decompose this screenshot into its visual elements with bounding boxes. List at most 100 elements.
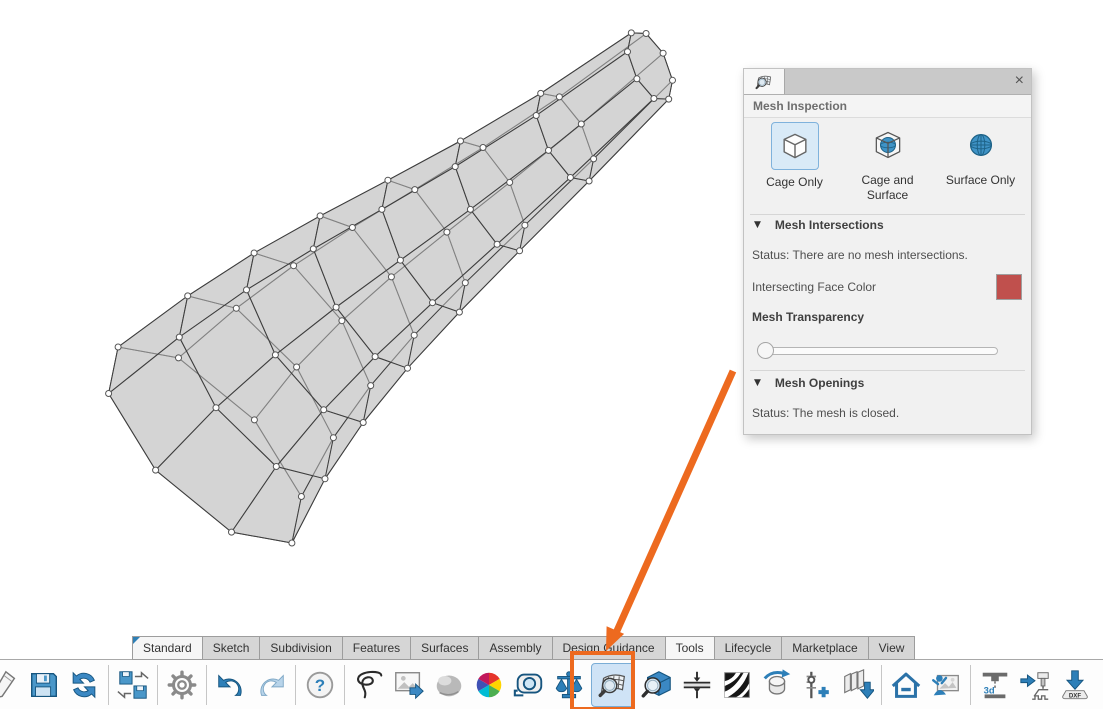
tool-export-dxf-button[interactable] bbox=[1057, 663, 1093, 707]
mesh-vertex[interactable] bbox=[106, 391, 112, 397]
tool-mass-properties-button[interactable] bbox=[551, 663, 587, 707]
tool-performance-evaluation-button[interactable] bbox=[799, 663, 835, 707]
mesh-vertex[interactable] bbox=[567, 175, 573, 181]
mesh-vertex[interactable] bbox=[522, 222, 528, 228]
mesh-vertex[interactable] bbox=[430, 300, 436, 306]
mesh-vertex[interactable] bbox=[317, 213, 323, 219]
tab-features[interactable]: Features bbox=[342, 636, 411, 660]
tab-surfaces[interactable]: Surfaces bbox=[410, 636, 479, 660]
tool-check-entity-button[interactable] bbox=[639, 663, 675, 707]
mesh-vertex[interactable] bbox=[670, 77, 676, 83]
tool-save-exchange-button[interactable] bbox=[115, 663, 151, 707]
mesh-vertex[interactable] bbox=[452, 164, 458, 170]
mesh-vertex[interactable] bbox=[322, 476, 328, 482]
mesh-vertex[interactable] bbox=[176, 355, 182, 361]
tool-redo-button[interactable] bbox=[253, 663, 289, 707]
tool-export-image-button[interactable] bbox=[391, 663, 427, 707]
mesh-vertex[interactable] bbox=[330, 435, 336, 441]
tab-marketplace[interactable]: Marketplace bbox=[781, 636, 868, 660]
mesh-vertex[interactable] bbox=[185, 293, 191, 299]
mesh-vertex[interactable] bbox=[458, 138, 464, 144]
tool-thickness-analysis-button[interactable] bbox=[679, 663, 715, 707]
mesh-vertex[interactable] bbox=[333, 304, 339, 310]
mesh-vertex[interactable] bbox=[578, 121, 584, 127]
mesh-vertex[interactable] bbox=[480, 145, 486, 151]
mesh-vertex[interactable] bbox=[517, 248, 523, 254]
tool-zebra-stripes-button[interactable] bbox=[719, 663, 755, 707]
option-surface-only[interactable]: Surface Only bbox=[934, 122, 1027, 203]
mesh-vertex[interactable] bbox=[294, 364, 300, 370]
slider-thumb[interactable] bbox=[757, 342, 774, 359]
mesh-vertex[interactable] bbox=[444, 229, 450, 235]
mesh-vertex[interactable] bbox=[586, 178, 592, 184]
mesh-vertex[interactable] bbox=[368, 383, 374, 389]
mesh-vertex[interactable] bbox=[412, 187, 418, 193]
mesh-vertex[interactable] bbox=[233, 305, 239, 311]
mesh-vertex[interactable] bbox=[494, 241, 500, 247]
mesh-vertex[interactable] bbox=[533, 113, 539, 119]
mesh-vertex[interactable] bbox=[372, 354, 378, 360]
mesh-vertex[interactable] bbox=[456, 309, 462, 315]
mesh-vertex[interactable] bbox=[289, 540, 295, 546]
tab-subdivision[interactable]: Subdivision bbox=[259, 636, 342, 660]
mesh-openings-header[interactable]: ▼ Mesh Openings bbox=[754, 376, 864, 390]
mesh-vertex[interactable] bbox=[310, 246, 316, 252]
mesh-vertex[interactable] bbox=[349, 225, 355, 231]
mesh-vertex[interactable] bbox=[651, 96, 657, 102]
tool-color-wheel-button[interactable] bbox=[471, 663, 507, 707]
intersecting-face-color-swatch[interactable] bbox=[996, 274, 1022, 300]
collapse-triangle-icon[interactable]: ▼ bbox=[754, 220, 761, 230]
tool-help-button[interactable] bbox=[302, 663, 338, 707]
tab-design-guidance[interactable]: Design Guidance bbox=[552, 636, 666, 660]
dialog-tab[interactable] bbox=[744, 69, 785, 94]
mesh-vertex[interactable] bbox=[321, 407, 327, 413]
tool-doc-edit-button[interactable] bbox=[0, 663, 22, 707]
tool-import-library-button[interactable] bbox=[839, 663, 875, 707]
mesh-vertex[interactable] bbox=[634, 76, 640, 82]
tool-home-button[interactable] bbox=[888, 663, 924, 707]
mesh-vertex[interactable] bbox=[176, 334, 182, 340]
tool-print-3d-button[interactable] bbox=[977, 663, 1013, 707]
tool-save-button[interactable] bbox=[26, 663, 62, 707]
mesh-vertex[interactable] bbox=[405, 365, 411, 371]
mesh-vertex[interactable] bbox=[273, 464, 279, 470]
mesh-vertex[interactable] bbox=[251, 417, 257, 423]
collapse-triangle-icon[interactable]: ▼ bbox=[754, 378, 761, 388]
tool-machine-cnc-button[interactable] bbox=[1017, 663, 1053, 707]
mesh-vertex[interactable] bbox=[379, 206, 385, 212]
tab-sketch[interactable]: Sketch bbox=[202, 636, 261, 660]
mesh-vertex[interactable] bbox=[397, 257, 403, 263]
mesh-vertex[interactable] bbox=[628, 30, 634, 36]
surface-only-button[interactable] bbox=[958, 122, 1004, 168]
cage-only-button[interactable] bbox=[771, 122, 819, 170]
mesh-vertex[interactable] bbox=[388, 274, 394, 280]
tab-lifecycle[interactable]: Lifecycle bbox=[714, 636, 783, 660]
mesh-transparency-slider[interactable] bbox=[758, 342, 998, 358]
mesh-intersections-header[interactable]: ▼ Mesh Intersections bbox=[754, 218, 884, 232]
tool-undo-button[interactable] bbox=[213, 663, 249, 707]
mesh-vertex[interactable] bbox=[360, 420, 366, 426]
tool-mesh-inspection-button[interactable] bbox=[591, 663, 635, 707]
tool-image-capture-button[interactable] bbox=[928, 663, 964, 707]
mesh-vertex[interactable] bbox=[153, 467, 159, 473]
mesh-vertex[interactable] bbox=[213, 405, 219, 411]
tool-rebuild-button[interactable] bbox=[66, 663, 102, 707]
tab-standard[interactable]: Standard bbox=[132, 636, 203, 660]
mesh-vertex[interactable] bbox=[538, 90, 544, 96]
mesh-vertex[interactable] bbox=[546, 147, 552, 153]
tab-view[interactable]: View bbox=[868, 636, 916, 660]
mesh-vertex[interactable] bbox=[291, 263, 297, 269]
slider-track[interactable] bbox=[758, 347, 998, 355]
mesh-vertex[interactable] bbox=[507, 179, 513, 185]
tool-curvature-check-button[interactable] bbox=[759, 663, 795, 707]
mesh-vertex[interactable] bbox=[591, 156, 597, 162]
mesh-vertex[interactable] bbox=[556, 94, 562, 100]
tool-measure-button[interactable] bbox=[511, 663, 547, 707]
tool-options-gear-button[interactable] bbox=[164, 663, 200, 707]
tool-lasso-select-button[interactable] bbox=[351, 663, 387, 707]
mesh-vertex[interactable] bbox=[467, 206, 473, 212]
mesh-vertex[interactable] bbox=[411, 332, 417, 338]
tool-appearance-button[interactable] bbox=[431, 663, 467, 707]
mesh-vertex[interactable] bbox=[229, 529, 235, 535]
mesh-vertex[interactable] bbox=[272, 352, 278, 358]
